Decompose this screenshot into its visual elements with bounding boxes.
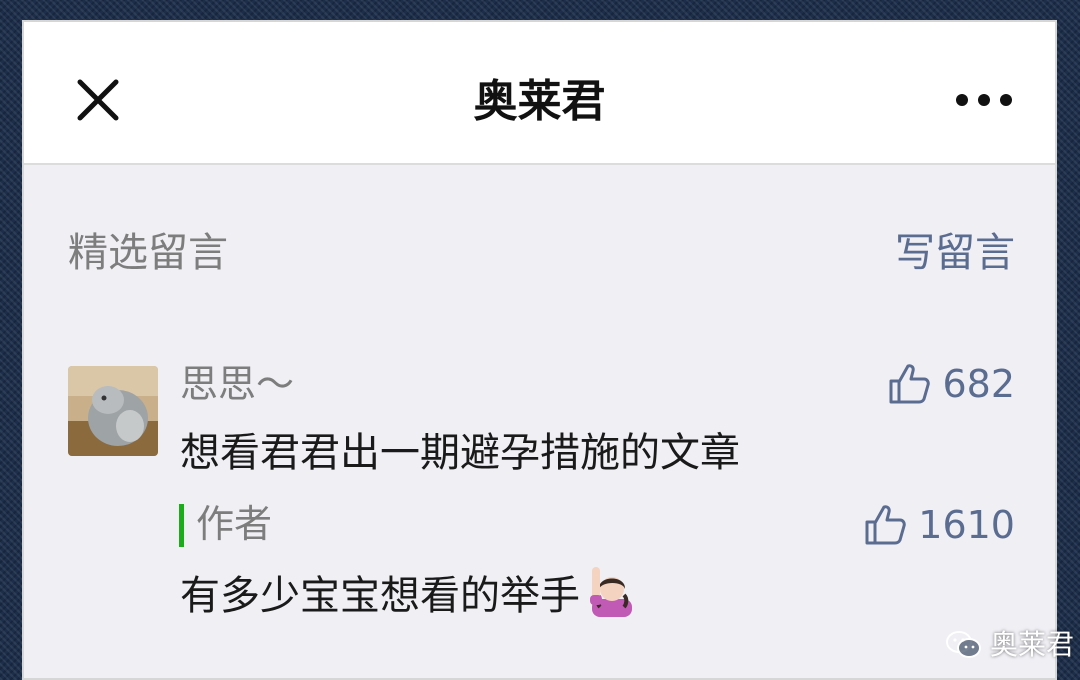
author-reply-message: 有多少宝宝想看的举手 [180,573,580,619]
author-reply-text: 有多少宝宝想看的举手 [180,565,638,623]
cat-avatar-image [68,366,158,456]
featured-comments-heading: 精选留言 [68,230,228,276]
watermark-text: 奥莱君 [989,628,1074,661]
wechat-icon [945,631,981,658]
avatar[interactable] [68,366,158,456]
comment-like-count: 682 [942,362,1015,406]
author-reply-indicator [179,504,184,547]
comment-text: 想看君君出一期避孕措施的文章 [180,430,740,476]
raising-hand-emoji [590,567,632,617]
watermark: 奥莱君 [945,625,1074,665]
reply-like-count: 1610 [918,503,1015,547]
reply-like-button[interactable]: 1610 [862,500,1015,550]
page-title: 奥莱君 [473,76,606,127]
more-icon [956,94,1012,106]
thumbs-up-icon [865,505,907,545]
write-comment-link[interactable]: 写留言 [895,227,1015,279]
more-button[interactable] [953,86,1015,114]
navigation-bar: 奥莱君 [24,22,1055,165]
comment-author-name: 思思～ [180,362,295,406]
article-comments-screen: 奥莱君 精选留言 写留言 思思～ 682 想看君君出一期避孕措施的文章 作者 1… [22,20,1057,680]
author-reply-label: 作者 [196,502,273,546]
thumbs-up-icon [889,364,931,404]
comment-like-button[interactable]: 682 [886,359,1015,409]
